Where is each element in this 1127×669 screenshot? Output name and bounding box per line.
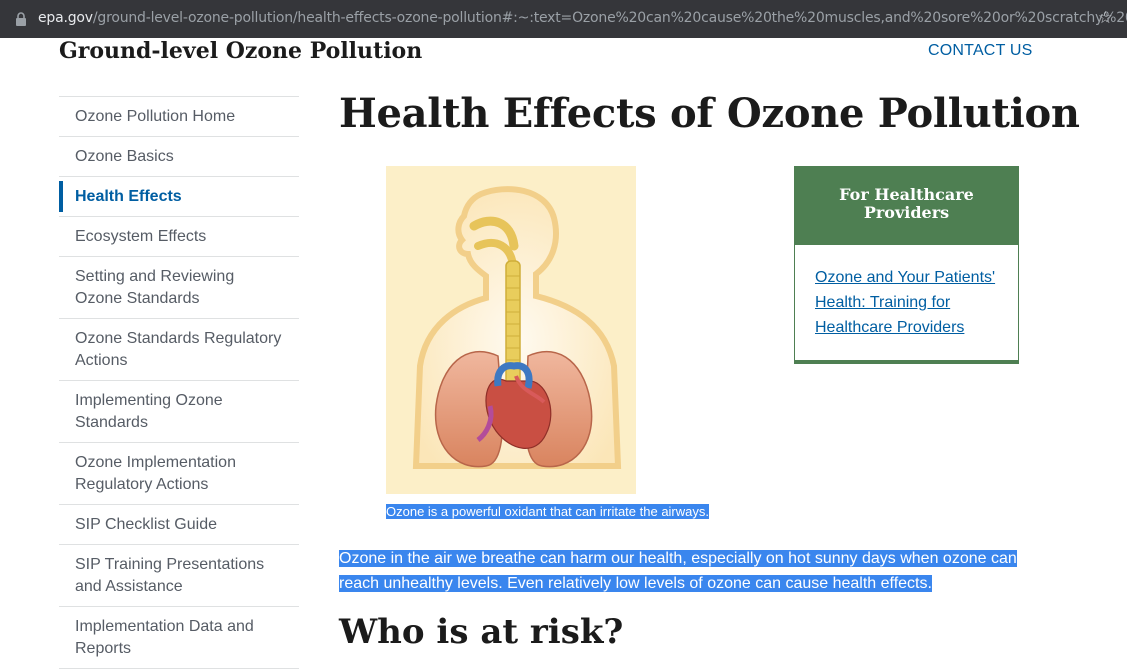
sidebar-item-health-effects[interactable]: Health Effects — [59, 177, 299, 217]
intro-paragraph-text: Ozone in the air we breathe can harm our… — [339, 550, 1017, 592]
sidebar-item-sip-checklist-guide[interactable]: SIP Checklist Guide — [59, 505, 299, 545]
sidebar-item-ozone-pollution-home[interactable]: Ozone Pollution Home — [59, 97, 299, 137]
respiratory-system-illustration — [386, 166, 636, 494]
healthcare-providers-box: For Healthcare Providers Ozone and Your … — [794, 166, 1019, 364]
sidebar-item-ecosystem-effects[interactable]: Ecosystem Effects — [59, 217, 299, 257]
healthcare-training-link[interactable]: Ozone and Your Patients' Health: Trainin… — [815, 265, 998, 340]
sidebar-item-implementation-data-and-reports[interactable]: Implementation Data and Reports — [59, 607, 299, 669]
figure-caption: Ozone is a powerful oxidant that can irr… — [386, 503, 709, 521]
healthcare-providers-heading: For Healthcare Providers — [795, 167, 1018, 245]
sidebar-item-sip-training-presentations-and-assistance[interactable]: SIP Training Presentations and Assistanc… — [59, 545, 299, 607]
bookmark-star-icon[interactable]: ☆ — [1098, 8, 1113, 28]
figure-caption-text: Ozone is a powerful oxidant that can irr… — [386, 504, 709, 519]
sidebar-item-implementing-ozone-standards[interactable]: Implementing Ozone Standards — [59, 381, 299, 443]
url-host: epa.gov — [38, 10, 93, 26]
sidebar-item-setting-and-reviewing-ozone-standards[interactable]: Setting and Reviewing Ozone Standards — [59, 257, 299, 319]
sidebar-nav: Ozone Pollution Home Ozone Basics Health E… — [59, 96, 299, 669]
site-title[interactable]: Ground-level Ozone Pollution — [59, 38, 422, 64]
url-text[interactable]: epa.gov/ground-level-ozone-pollution/hea… — [38, 10, 1127, 26]
section-heading-who-at-risk: Who is at risk? — [339, 612, 624, 652]
url-path: /ground-level-ozone-pollution/health-eff… — [92, 10, 1127, 26]
intro-paragraph: Ozone in the air we breathe can harm our… — [339, 546, 1019, 596]
sidebar-item-ozone-basics[interactable]: Ozone Basics — [59, 137, 299, 177]
page-title: Health Effects of Ozone Pollution — [339, 90, 1080, 137]
sidebar-item-ozone-standards-regulatory-actions[interactable]: Ozone Standards Regulatory Actions — [59, 319, 299, 381]
sidebar-item-ozone-implementation-regulatory-actions[interactable]: Ozone Implementation Regulatory Actions — [59, 443, 299, 505]
browser-url-bar[interactable]: epa.gov/ground-level-ozone-pollution/hea… — [0, 0, 1127, 38]
contact-us-link[interactable]: CONTACT US — [928, 42, 1033, 60]
lock-icon[interactable] — [14, 11, 28, 27]
